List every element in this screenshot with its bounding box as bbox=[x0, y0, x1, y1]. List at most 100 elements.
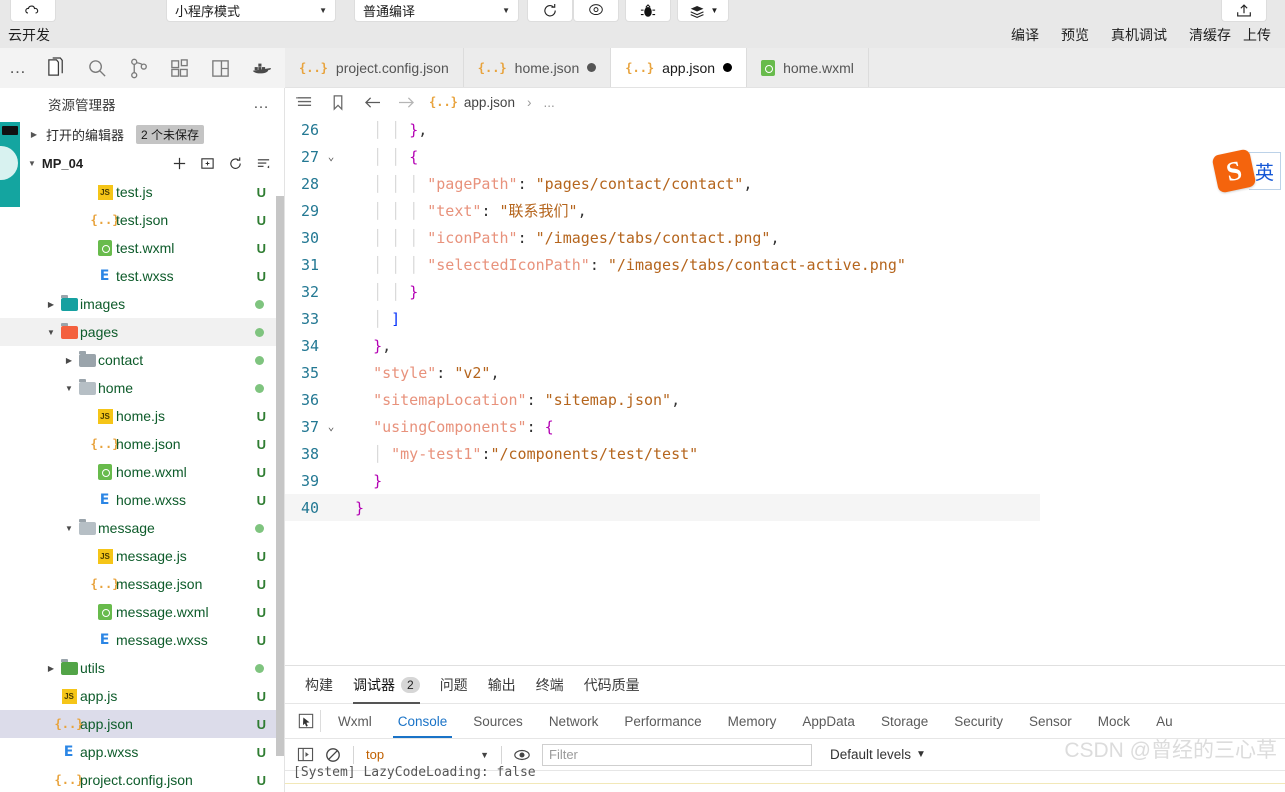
git-status-untracked: U bbox=[256, 576, 266, 592]
devtools-tab-storage[interactable]: Storage bbox=[868, 704, 941, 738]
panel-tab-代码质量[interactable]: 代码质量 bbox=[574, 666, 650, 704]
upload-label[interactable]: 上传 bbox=[1243, 25, 1271, 45]
panel-tab-label: 调试器 bbox=[353, 676, 395, 693]
action-real-device-debug[interactable]: 真机调试 bbox=[1111, 25, 1167, 45]
editor-tab-project-config-json[interactable]: {..} project.config.json bbox=[285, 48, 464, 87]
breadcrumb-file[interactable]: {..} app.json bbox=[429, 95, 515, 110]
cloud-icon-button[interactable] bbox=[10, 0, 56, 22]
back-arrow-icon[interactable] bbox=[361, 95, 383, 110]
devtools-tab-performance[interactable]: Performance bbox=[611, 704, 714, 738]
tree-row-message-wxml[interactable]: message.wxml U bbox=[0, 598, 284, 626]
activity-source-control-button[interactable] bbox=[118, 48, 159, 88]
chevron-right-icon[interactable]: ▶ bbox=[44, 664, 58, 673]
layers-button[interactable]: ▼ bbox=[677, 0, 729, 22]
explorer-more-icon[interactable]: … bbox=[253, 95, 270, 113]
open-editors-section[interactable]: ▶ 打开的编辑器 2 个未保存 bbox=[0, 120, 284, 148]
console-filter-placeholder: Filter bbox=[549, 747, 578, 762]
mode-select[interactable]: 小程序模式 ▼ bbox=[166, 0, 336, 22]
tree-row-test-json[interactable]: {..} test.json U bbox=[0, 206, 284, 234]
devtools-tab-network[interactable]: Network bbox=[536, 704, 612, 738]
activity-search-button[interactable] bbox=[77, 48, 118, 88]
activity-explorer-button[interactable] bbox=[36, 48, 77, 88]
chevron-right-icon[interactable]: ▶ bbox=[44, 300, 58, 309]
tree-row-message-wxss[interactable]: Ǝmessage.wxss U bbox=[0, 626, 284, 654]
devtools-tab-memory[interactable]: Memory bbox=[715, 704, 790, 738]
line-number: 32 bbox=[300, 282, 319, 301]
tree-row-app-json[interactable]: {..} app.json U bbox=[0, 710, 284, 738]
tree-row-home[interactable]: ▼ home bbox=[0, 374, 284, 402]
activity-docker-button[interactable] bbox=[241, 48, 282, 88]
activity-more-icon[interactable]: … bbox=[0, 58, 36, 78]
fold-chevron-icon[interactable]: ⌄ bbox=[321, 420, 341, 433]
tree-row-home-wxml[interactable]: home.wxml U bbox=[0, 458, 284, 486]
panel-tab-调试器[interactable]: 调试器 2 bbox=[343, 666, 430, 704]
debug-button[interactable] bbox=[625, 0, 671, 22]
tree-row-message-json[interactable]: {..} message.json U bbox=[0, 570, 284, 598]
panel-tab-问题[interactable]: 问题 bbox=[430, 666, 478, 704]
collapse-all-icon[interactable] bbox=[254, 156, 272, 171]
chevron-down-icon[interactable]: ▼ bbox=[62, 384, 76, 393]
simulator-preview-sliver[interactable] bbox=[0, 122, 20, 207]
workspace-root-row[interactable]: ▼ MP_04 bbox=[0, 148, 284, 178]
forward-arrow-icon[interactable] bbox=[395, 95, 417, 110]
upload-button[interactable] bbox=[1221, 0, 1267, 22]
tree-row-test-wxml[interactable]: test.wxml U bbox=[0, 234, 284, 262]
devtools-tab-appdata[interactable]: AppData bbox=[789, 704, 868, 738]
tree-row-home-wxss[interactable]: Ǝhome.wxss U bbox=[0, 486, 284, 514]
preview-button[interactable] bbox=[573, 0, 619, 22]
tree-row-message-js[interactable]: JS message.js U bbox=[0, 542, 284, 570]
tree-row-home-js[interactable]: JS home.js U bbox=[0, 402, 284, 430]
editor-tab-home-json[interactable]: {..} home.json bbox=[463, 48, 612, 87]
tree-row-pages[interactable]: ▼ pages bbox=[0, 318, 284, 346]
tree-row-images[interactable]: ▶ images bbox=[0, 290, 284, 318]
outline-icon[interactable] bbox=[293, 95, 315, 110]
folder-open-icon bbox=[78, 378, 96, 395]
fold-chevron-icon[interactable]: ⌄ bbox=[321, 150, 341, 163]
devtools-tab-console[interactable]: Console bbox=[385, 704, 461, 738]
new-file-icon[interactable] bbox=[170, 156, 188, 171]
wxml-file-icon bbox=[98, 240, 112, 256]
tree-row-home-json[interactable]: {..} home.json U bbox=[0, 430, 284, 458]
devtools-tab-mock[interactable]: Mock bbox=[1085, 704, 1143, 738]
chevron-down-icon[interactable]: ▼ bbox=[44, 328, 58, 337]
tree-row-test-js[interactable]: JS test.js U bbox=[0, 178, 284, 206]
tree-row-app-wxss[interactable]: Ǝapp.wxss U bbox=[0, 738, 284, 766]
tree-row-project-config-json[interactable]: {..} project.config.json U bbox=[0, 766, 284, 792]
element-picker-button[interactable] bbox=[291, 710, 321, 732]
action-preview[interactable]: 预览 bbox=[1061, 25, 1089, 45]
activity-layout-button[interactable] bbox=[200, 48, 241, 88]
devtools-tab-au[interactable]: Au bbox=[1143, 704, 1186, 738]
tree-row-message[interactable]: ▼ message bbox=[0, 514, 284, 542]
chevron-down-icon[interactable]: ▼ bbox=[62, 524, 76, 533]
activity-extensions-button[interactable] bbox=[159, 48, 200, 88]
cloud-dev-label[interactable]: 云开发 bbox=[8, 25, 50, 45]
devtools-tab-wxml[interactable]: Wxml bbox=[325, 704, 385, 738]
console-levels-select[interactable]: Default levels ▼ bbox=[830, 747, 926, 762]
tree-row-utils[interactable]: ▶ utils bbox=[0, 654, 284, 682]
editor-tab-app-json[interactable]: {..} app.json bbox=[611, 48, 748, 87]
sogou-ime-floating-bar[interactable]: S 英 bbox=[1211, 148, 1285, 194]
refresh-icon[interactable] bbox=[226, 156, 244, 171]
panel-tab-输出[interactable]: 输出 bbox=[478, 666, 526, 704]
chevron-right-icon[interactable]: ▶ bbox=[62, 356, 76, 365]
devtools-tab-security[interactable]: Security bbox=[941, 704, 1016, 738]
refresh-button[interactable] bbox=[527, 0, 573, 22]
action-clear-cache[interactable]: 清缓存 bbox=[1189, 25, 1231, 45]
unsaved-dot-icon bbox=[723, 63, 733, 72]
new-folder-icon[interactable] bbox=[198, 156, 216, 171]
tree-row-app-js[interactable]: JS app.js U bbox=[0, 682, 284, 710]
bookmark-icon[interactable] bbox=[327, 94, 349, 111]
editor-tab-home-wxml[interactable]: home.wxml bbox=[747, 48, 869, 87]
devtools-tab-sensor[interactable]: Sensor bbox=[1016, 704, 1085, 738]
tree-row-contact[interactable]: ▶ contact bbox=[0, 346, 284, 374]
devtools-tab-sources[interactable]: Sources bbox=[460, 704, 536, 738]
console-context-select[interactable]: top ▼ bbox=[360, 747, 495, 762]
panel-tab-构建[interactable]: 构建 bbox=[295, 666, 343, 704]
console-output[interactable]: [System] LazyCodeLoading: false ⚠[Depreca… bbox=[285, 762, 1285, 784]
action-compile[interactable]: 编译 bbox=[1011, 25, 1039, 45]
compile-select[interactable]: 普通编译 ▼ bbox=[354, 0, 519, 22]
explorer-scrollbar[interactable] bbox=[276, 196, 284, 756]
panel-tab-终端[interactable]: 终端 bbox=[526, 666, 574, 704]
tree-row-test-wxss[interactable]: Ǝtest.wxss U bbox=[0, 262, 284, 290]
folder-icon bbox=[60, 294, 78, 311]
